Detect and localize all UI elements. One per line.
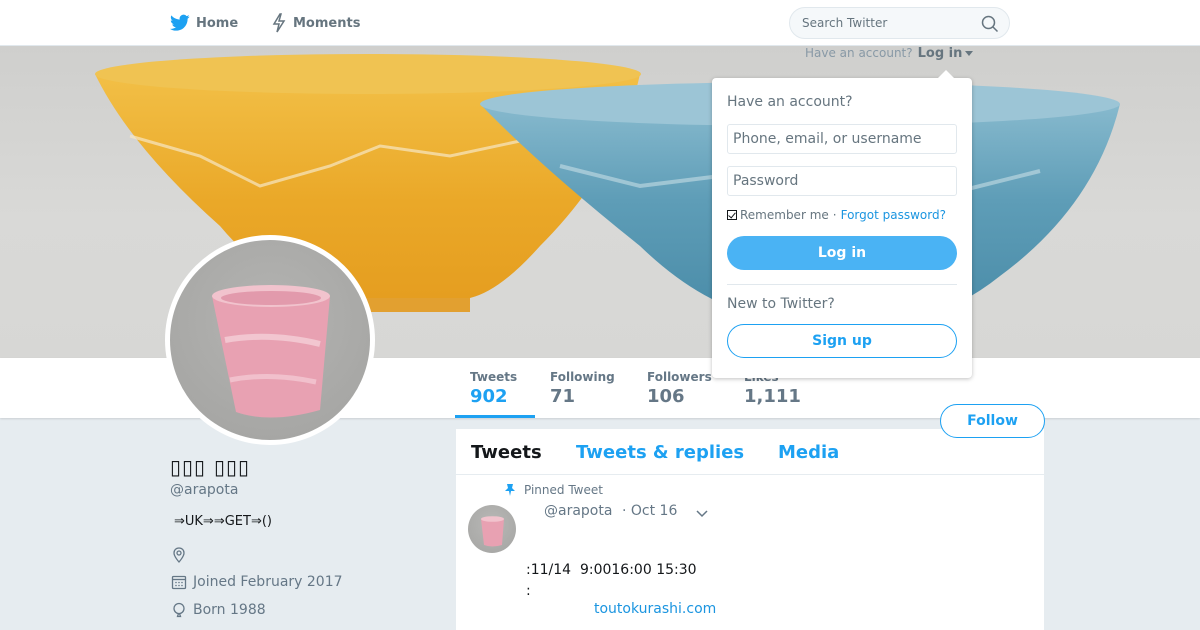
born-text: Born 1988 xyxy=(193,602,266,618)
stat-label: Tweets xyxy=(470,370,518,384)
stat-tweets[interactable]: Tweets 902 xyxy=(455,370,535,418)
tab-tweets-replies[interactable]: Tweets & replies xyxy=(576,442,744,463)
login-panel-title: Have an account? xyxy=(727,94,853,110)
stat-value: 106 xyxy=(647,386,685,407)
timeline: Tweets Tweets & replies Media Pinned Twe… xyxy=(456,429,1044,630)
chevron-down-icon[interactable] xyxy=(694,505,710,521)
login-dropdown-toggle[interactable]: Log in xyxy=(918,46,963,61)
stat-label: Followers xyxy=(647,370,712,384)
profile-born: Born 1988 xyxy=(171,602,266,618)
calendar-icon xyxy=(171,575,187,590)
login-button[interactable]: Log in xyxy=(727,236,957,270)
profile-handle[interactable]: @arapota xyxy=(170,482,238,498)
nav-moments-label: Moments xyxy=(293,15,361,31)
remember-row: Remember me · Forgot password? xyxy=(727,208,946,222)
stat-value: 1,111 xyxy=(744,386,801,407)
top-navigation: Home Moments xyxy=(0,0,1200,46)
username-field[interactable] xyxy=(727,124,957,154)
stat-following[interactable]: Following 71 xyxy=(550,370,615,418)
caret-down-icon[interactable] xyxy=(965,50,974,56)
location-icon xyxy=(173,547,185,563)
login-dropdown: Have an account? Remember me · Forgot pa… xyxy=(712,70,972,378)
stat-value: 902 xyxy=(470,386,508,407)
search-icon[interactable] xyxy=(981,15,999,33)
tab-tweets[interactable]: Tweets xyxy=(471,442,542,463)
login-prompt: Have an account? xyxy=(805,46,913,60)
stat-label: Following xyxy=(550,370,615,384)
profile-location xyxy=(171,547,193,563)
follow-button[interactable]: Follow xyxy=(940,404,1045,438)
profile-joined: Joined February 2017 xyxy=(171,574,343,590)
search-box xyxy=(789,7,1010,39)
stat-followers[interactable]: Followers 106 xyxy=(647,370,712,418)
profile-bio: ⇒UK⇒⇒GET⇒() xyxy=(174,514,272,529)
signup-button[interactable]: Sign up xyxy=(727,324,957,358)
tweet-text-line: : xyxy=(526,583,531,599)
tweet-date[interactable]: · Oct 16 xyxy=(622,503,677,519)
forgot-password-link[interactable]: Forgot password? xyxy=(841,208,946,222)
bird-icon xyxy=(170,14,190,31)
stat-value: 71 xyxy=(550,386,576,407)
joined-text: Joined February 2017 xyxy=(193,574,343,590)
tab-media[interactable]: Media xyxy=(778,442,839,463)
tweet-handle[interactable]: @arapota xyxy=(544,503,612,519)
password-field[interactable] xyxy=(727,166,957,196)
pin-icon xyxy=(505,484,515,496)
cup-image xyxy=(212,285,330,418)
tweet-link[interactable]: toutokurashi.com xyxy=(594,601,716,617)
new-to-twitter-label: New to Twitter? xyxy=(727,296,835,312)
search-input[interactable] xyxy=(802,8,972,38)
lightning-icon xyxy=(272,13,286,33)
balloon-icon xyxy=(173,602,185,618)
avatar[interactable] xyxy=(165,235,375,445)
nav-moments[interactable]: Moments xyxy=(271,0,360,46)
divider xyxy=(727,284,957,285)
remember-checkbox[interactable] xyxy=(727,210,737,220)
profile-name[interactable]: ▯▯▯ ▯▯▯ xyxy=(170,455,250,479)
avatar-image xyxy=(170,240,370,440)
separator: · xyxy=(832,208,837,222)
login-hint: Have an account? Log in xyxy=(805,44,974,62)
nav-home[interactable]: Home xyxy=(170,0,238,46)
tweet-avatar[interactable] xyxy=(468,505,516,553)
pinned-text: Pinned Tweet xyxy=(524,483,603,497)
tweet-text-line: :11/14 9:0016:00 15:30 xyxy=(526,562,697,578)
nav-home-label: Home xyxy=(196,15,239,31)
cup-image xyxy=(481,516,504,547)
pinned-tweet-label: Pinned Tweet xyxy=(504,483,603,497)
remember-label[interactable]: Remember me xyxy=(740,208,829,222)
